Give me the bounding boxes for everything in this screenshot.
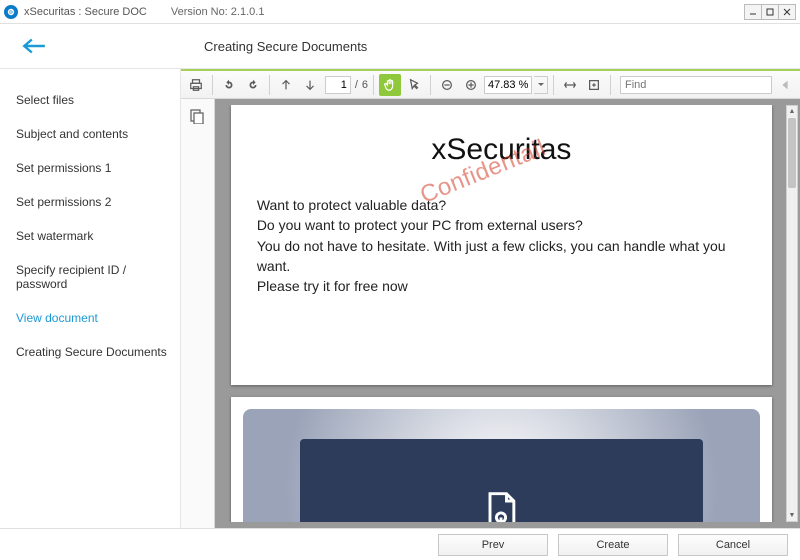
document-page-2 bbox=[231, 397, 772, 522]
document-lock-icon bbox=[479, 490, 523, 522]
doc-line: Want to protect valuable data? bbox=[257, 195, 746, 215]
sidebar: Select files Subject and contents Set pe… bbox=[0, 69, 180, 528]
page-up-button[interactable] bbox=[275, 74, 297, 96]
title-bar: D xSecuritas : Secure DOC Version No: 2.… bbox=[0, 0, 800, 24]
svg-text:D: D bbox=[9, 9, 13, 15]
window-title: xSecuritas : Secure DOC bbox=[24, 6, 147, 18]
vertical-scrollbar[interactable]: ▲ ▼ bbox=[786, 105, 798, 522]
zoom-in-button[interactable] bbox=[460, 74, 482, 96]
footer: Prev Create Cancel bbox=[0, 528, 800, 560]
scroll-up-icon[interactable]: ▲ bbox=[787, 106, 797, 117]
doc-body: Confidentail Want to protect valuable da… bbox=[257, 195, 746, 296]
header: Creating Secure Documents bbox=[0, 24, 800, 68]
fit-width-button[interactable] bbox=[559, 74, 581, 96]
sidebar-item-perm1[interactable]: Set permissions 1 bbox=[16, 151, 180, 185]
hand-tool-button[interactable] bbox=[379, 74, 401, 96]
create-button[interactable]: Create bbox=[558, 534, 668, 556]
print-button[interactable] bbox=[185, 74, 207, 96]
doc-line: Do you want to protect your PC from exte… bbox=[257, 215, 746, 235]
doc-line: You do not have to hesitate. With just a… bbox=[257, 236, 746, 277]
sidebar-item-subject[interactable]: Subject and contents bbox=[16, 117, 180, 151]
scroll-thumb[interactable] bbox=[788, 118, 796, 188]
fit-page-button[interactable] bbox=[583, 74, 605, 96]
thumbnail-rail bbox=[181, 99, 215, 528]
scroll-down-icon[interactable]: ▼ bbox=[787, 510, 797, 521]
maximize-button[interactable] bbox=[761, 4, 779, 20]
zoom-out-button[interactable] bbox=[436, 74, 458, 96]
page-sep: / bbox=[355, 79, 358, 91]
minimize-button[interactable] bbox=[744, 4, 762, 20]
sidebar-item-recipient[interactable]: Specify recipient ID / password bbox=[16, 253, 180, 301]
close-button[interactable] bbox=[778, 4, 796, 20]
rotate-ccw-button[interactable] bbox=[218, 74, 240, 96]
back-button[interactable] bbox=[14, 31, 54, 61]
sidebar-item-watermark[interactable]: Set watermark bbox=[16, 219, 180, 253]
document-canvas[interactable]: xSecuritas Confidentail Want to protect … bbox=[215, 99, 800, 528]
doc-line: Please try it for free now bbox=[257, 276, 746, 296]
sidebar-item-perm2[interactable]: Set permissions 2 bbox=[16, 185, 180, 219]
preview-pane: / 6 bbox=[180, 69, 800, 528]
version-label: Version No: 2.1.0.1 bbox=[171, 6, 265, 18]
prev-button[interactable]: Prev bbox=[438, 534, 548, 556]
cancel-button[interactable]: Cancel bbox=[678, 534, 788, 556]
page-title: Creating Secure Documents bbox=[204, 39, 367, 54]
sidebar-item-creating[interactable]: Creating Secure Documents bbox=[16, 335, 180, 369]
page-number-input[interactable] bbox=[325, 76, 351, 94]
page-down-button[interactable] bbox=[299, 74, 321, 96]
document-page-1: xSecuritas Confidentail Want to protect … bbox=[231, 105, 772, 385]
sidebar-item-select-files[interactable]: Select files bbox=[16, 83, 180, 117]
find-input[interactable] bbox=[620, 76, 772, 94]
page-total: 6 bbox=[362, 79, 368, 91]
doc-title: xSecuritas bbox=[257, 133, 746, 167]
pdf-toolbar: / 6 bbox=[181, 71, 800, 99]
zoom-input[interactable] bbox=[484, 76, 532, 94]
app-icon: D bbox=[4, 5, 18, 19]
select-tool-button[interactable] bbox=[403, 74, 425, 96]
thumbnails-button[interactable] bbox=[186, 105, 208, 127]
find-prev-button[interactable] bbox=[774, 74, 796, 96]
zoom-dropdown[interactable] bbox=[534, 76, 548, 94]
sidebar-item-view[interactable]: View document bbox=[16, 301, 180, 335]
rotate-cw-button[interactable] bbox=[242, 74, 264, 96]
